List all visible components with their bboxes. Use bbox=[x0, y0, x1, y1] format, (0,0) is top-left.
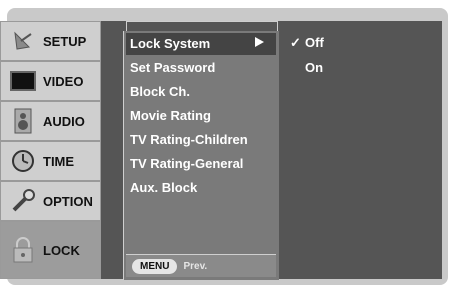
speaker-icon bbox=[9, 107, 37, 135]
sidebar-item-lock[interactable]: LOCK bbox=[0, 221, 101, 279]
submenu-arrow-icon bbox=[255, 37, 264, 47]
sidebar-item-label: OPTION bbox=[43, 193, 93, 209]
options-panel bbox=[279, 21, 442, 279]
sidebar-item-option[interactable]: OPTION bbox=[0, 181, 101, 221]
sidebar-item-label: LOCK bbox=[43, 242, 80, 258]
option-on[interactable]: On bbox=[305, 60, 323, 75]
sidebar-item-label: VIDEO bbox=[43, 73, 84, 89]
sidebar-item-label: AUDIO bbox=[43, 113, 85, 129]
menu-item-tv-rating-children[interactable]: TV Rating-Children bbox=[130, 129, 248, 151]
menu-button[interactable]: MENU bbox=[132, 258, 178, 274]
menu-item-tv-rating-general[interactable]: TV Rating-General bbox=[130, 153, 243, 175]
menu-item-movie-rating[interactable]: Movie Rating bbox=[130, 105, 211, 127]
sidebar-item-label: SETUP bbox=[43, 33, 87, 49]
sidebar-item-audio[interactable]: AUDIO bbox=[0, 101, 101, 141]
menu-item-set-password[interactable]: Set Password bbox=[130, 57, 215, 79]
submenu-footer: MENU Prev. bbox=[126, 254, 276, 277]
sidebar-item-time[interactable]: TIME bbox=[0, 141, 101, 181]
menu-item-lock-system[interactable]: Lock System bbox=[126, 33, 276, 55]
prev-label: Prev. bbox=[183, 260, 208, 272]
sidebar-item-setup[interactable]: SETUP bbox=[0, 21, 101, 61]
tv-screen-icon bbox=[9, 67, 37, 95]
option-off[interactable]: Off bbox=[305, 35, 324, 50]
sidebar-item-video[interactable]: VIDEO bbox=[0, 61, 101, 101]
wrench-icon bbox=[9, 187, 37, 215]
sidebar-item-label: TIME bbox=[43, 153, 75, 169]
menu-item-aux-block[interactable]: Aux. Block bbox=[130, 177, 197, 199]
clock-icon bbox=[9, 147, 37, 175]
check-icon: ✓ bbox=[290, 35, 301, 50]
menu-item-block-ch[interactable]: Block Ch. bbox=[130, 81, 190, 103]
satellite-dish-icon bbox=[9, 27, 37, 55]
submenu-tab-top bbox=[126, 21, 278, 31]
padlock-icon bbox=[9, 236, 37, 264]
